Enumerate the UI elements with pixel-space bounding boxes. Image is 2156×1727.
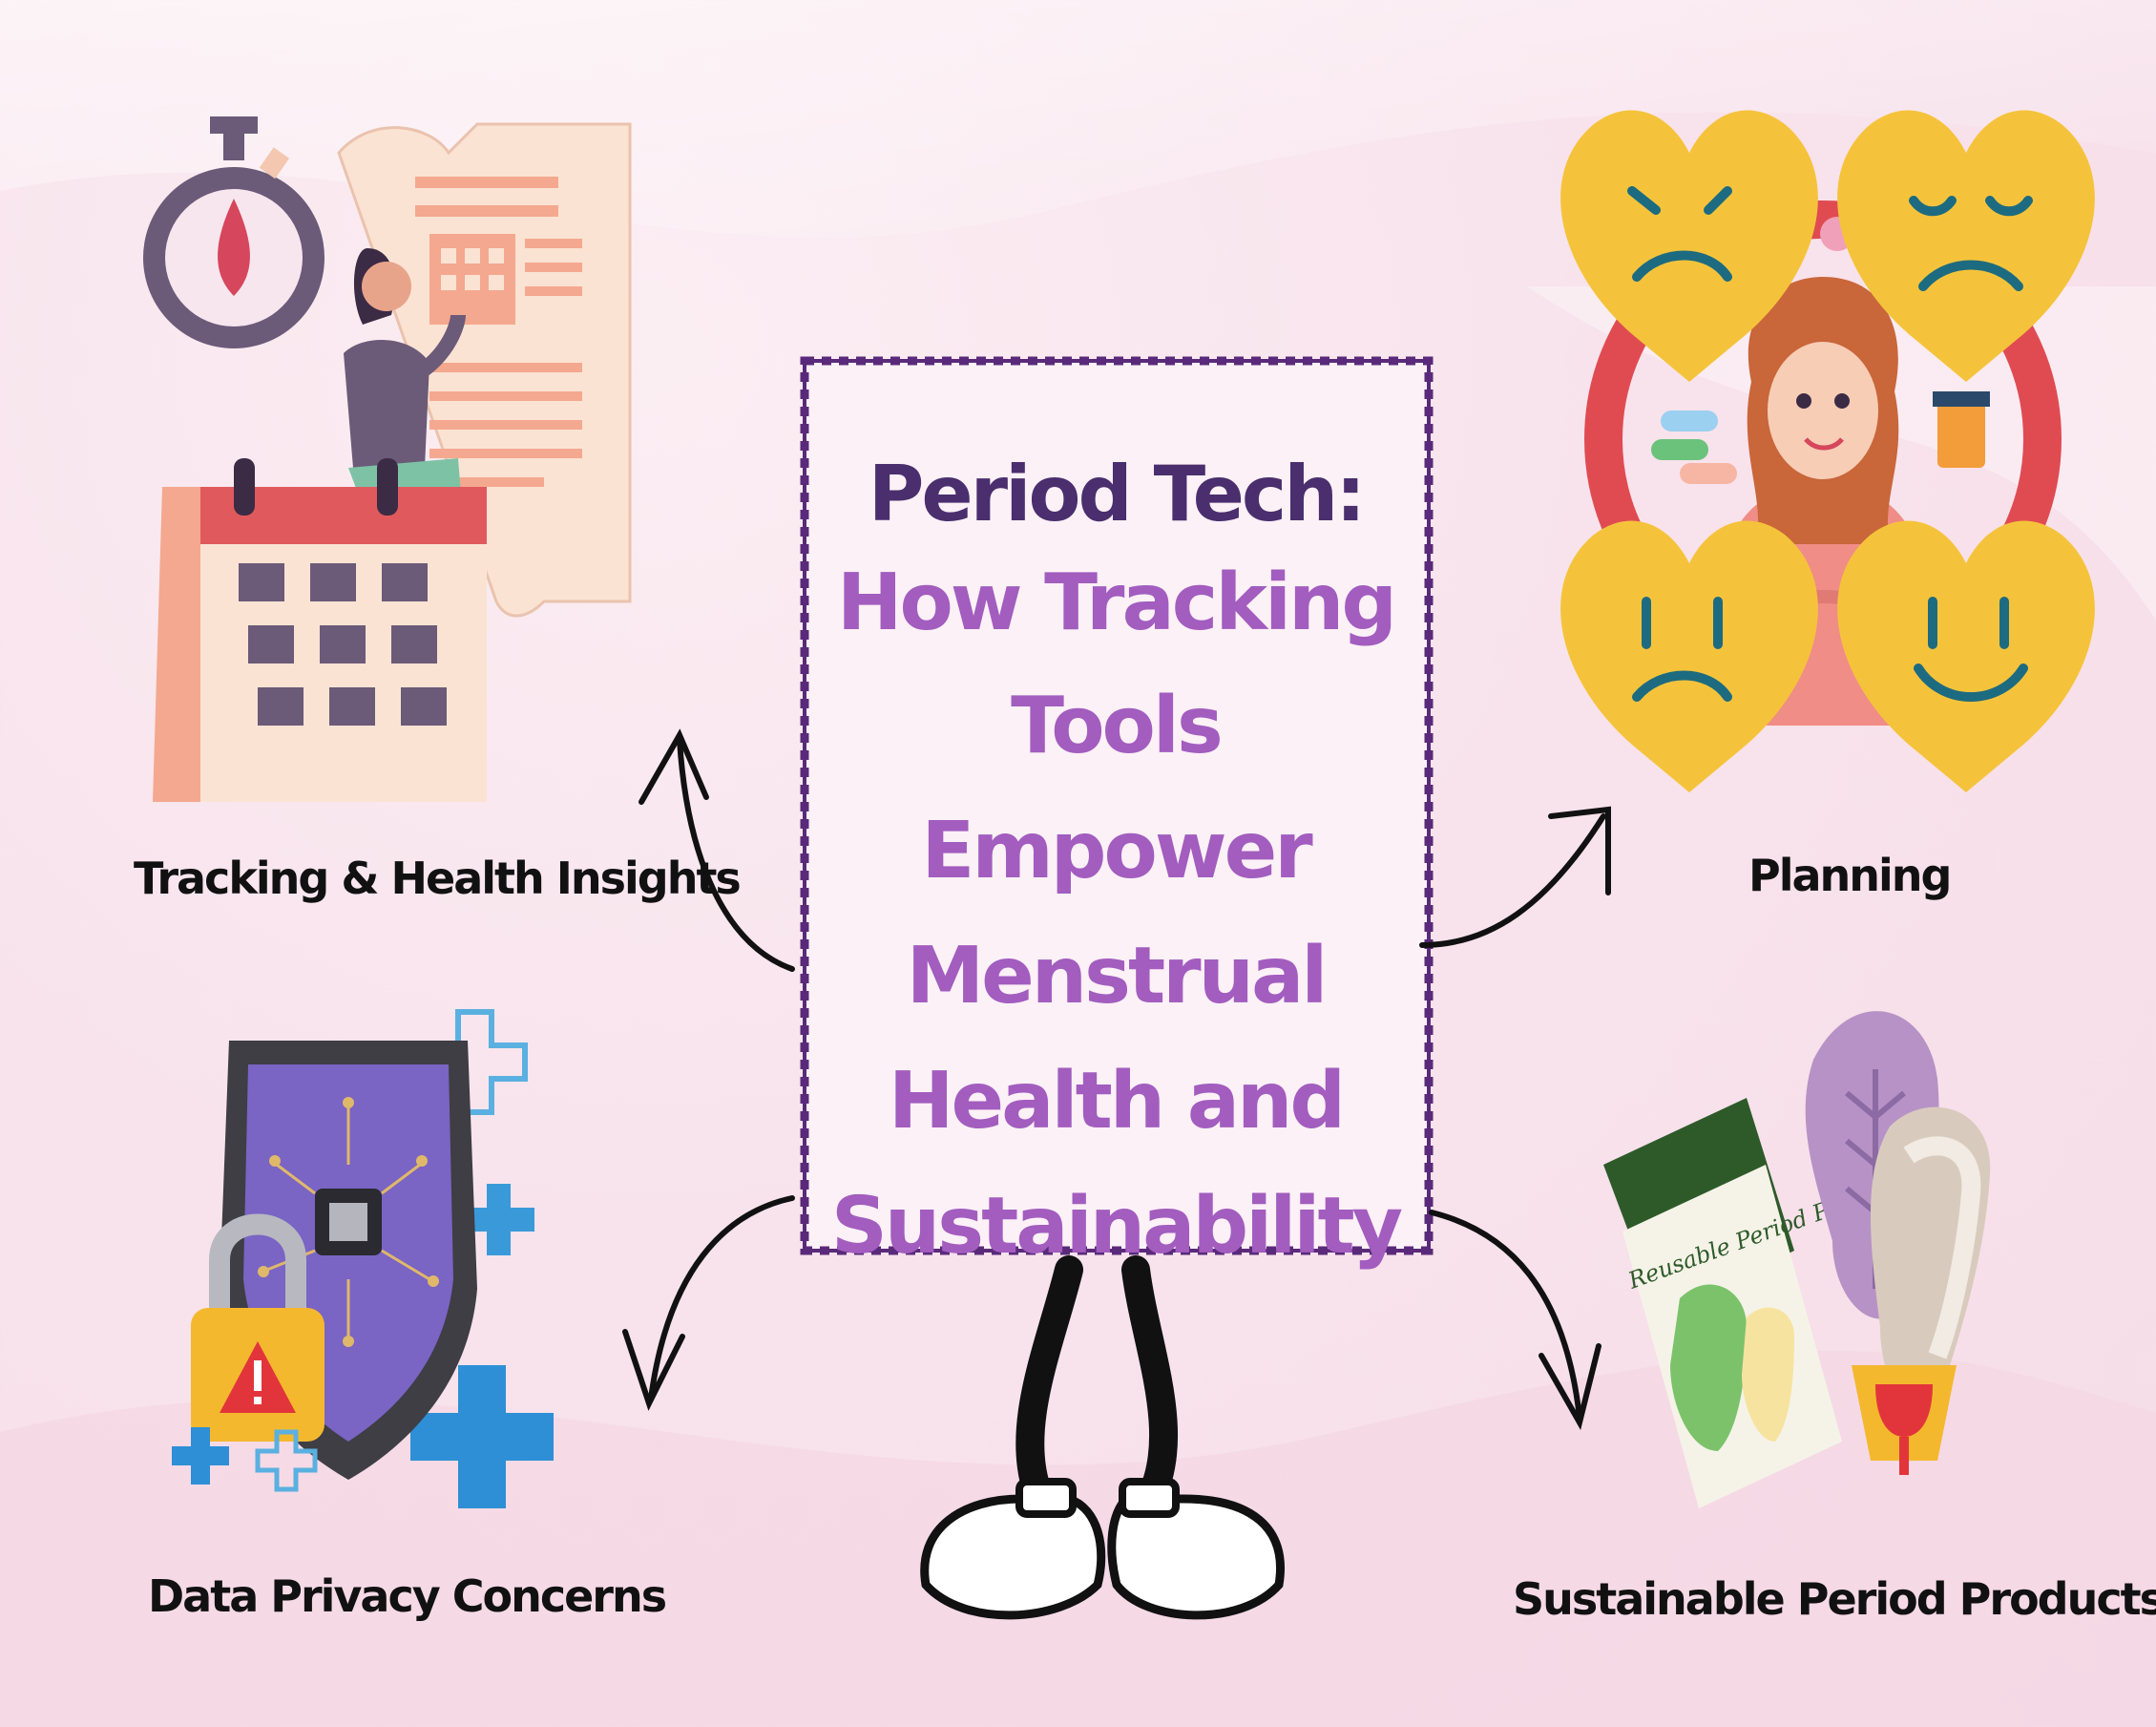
calendar-stopwatch-woman-icon	[143, 116, 632, 802]
arrow-to-privacy	[648, 1195, 795, 1401]
node-label-products: Sustainable Period Products	[1513, 1573, 2156, 1625]
reusable-pads-cup-icon: Reusable Period Pad	[1603, 1011, 1991, 1508]
node-label-tracking: Tracking & Health Insights	[134, 853, 742, 904]
arrow-to-planning	[1419, 813, 1606, 948]
moods-hearts-woman-icon	[1560, 110, 2095, 792]
node-label-privacy: Data Privacy Concerns	[148, 1570, 667, 1622]
shield-padlock-warning-icon	[172, 1009, 554, 1508]
node-label-planning: Planning	[1748, 850, 1952, 901]
